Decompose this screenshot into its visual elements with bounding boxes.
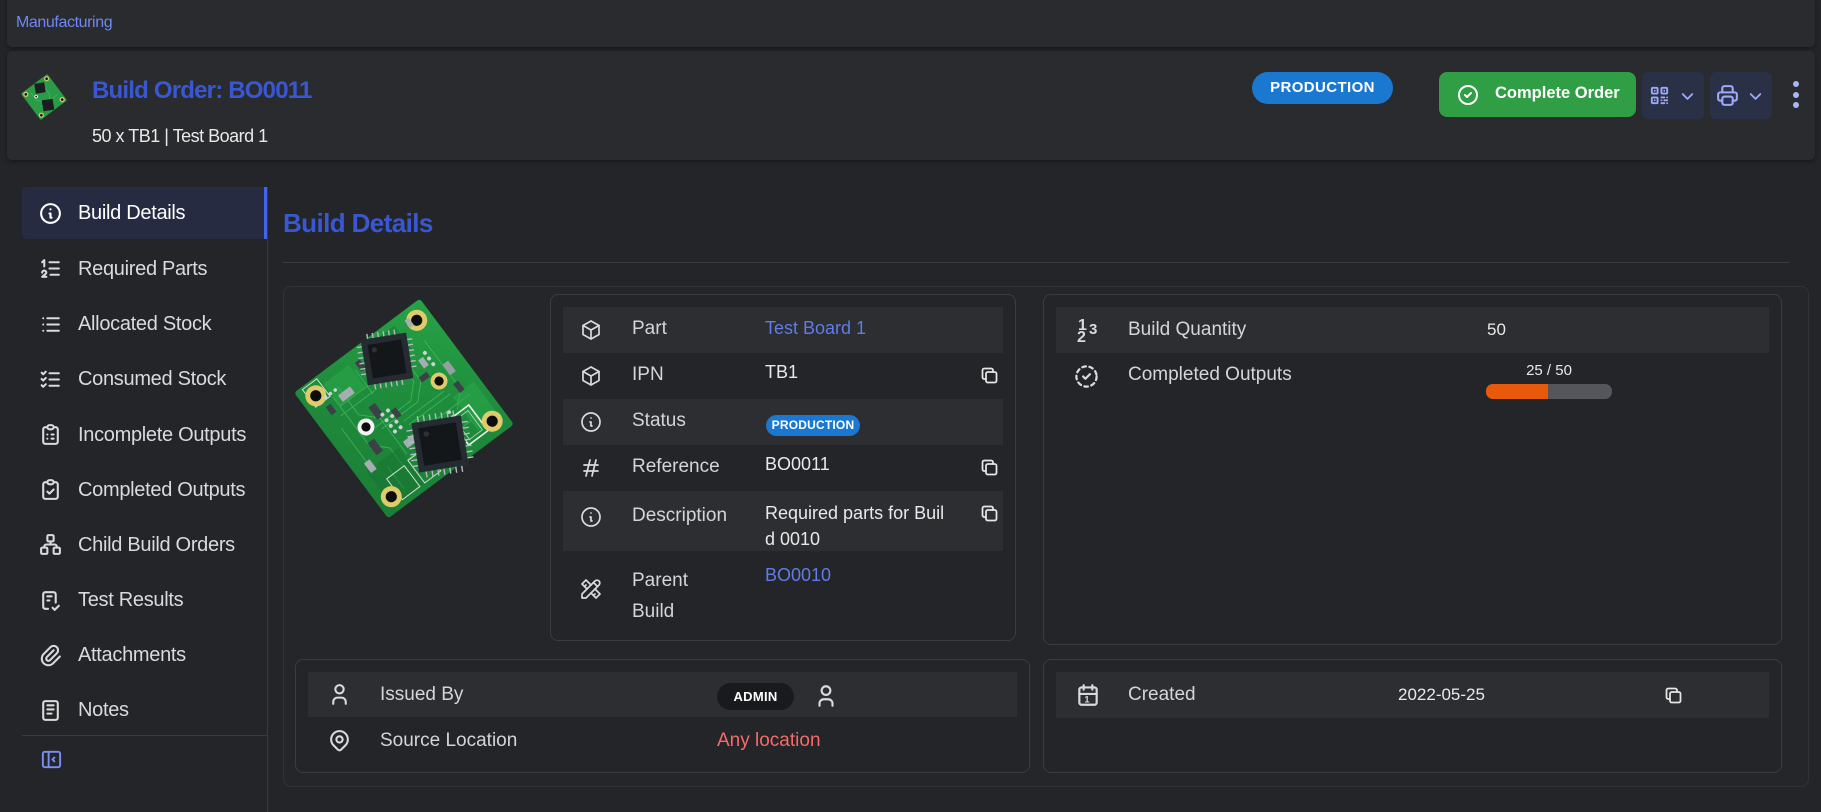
svg-text:1: 1 xyxy=(1084,695,1089,705)
